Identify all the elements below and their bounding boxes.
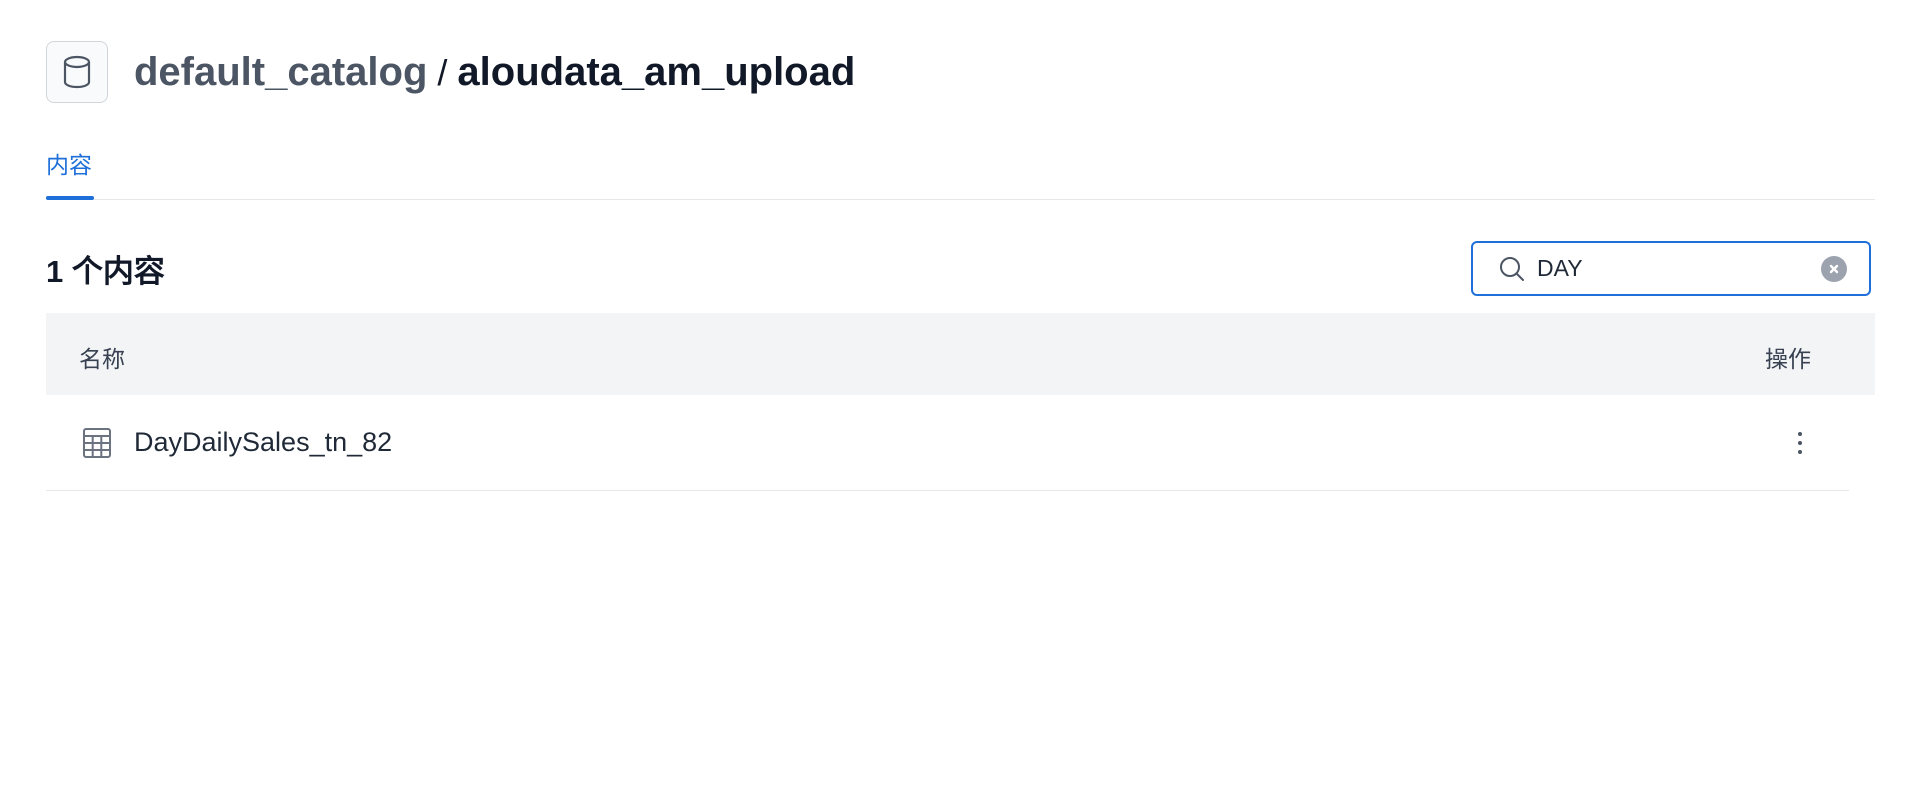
- table-header: 名称 操作: [46, 313, 1875, 395]
- page-header: default_catalog / aloudata_am_upload: [46, 40, 855, 104]
- tab-bar: 内容: [46, 140, 1875, 200]
- page: default_catalog / aloudata_am_upload 内容 1 …: [0, 0, 1910, 812]
- row-name-link[interactable]: DayDailySales_tn_82: [134, 427, 392, 458]
- catalog-name[interactable]: default_catalog: [134, 50, 427, 94]
- search-icon: [1497, 254, 1527, 284]
- table-row[interactable]: DayDailySales_tn_82: [46, 395, 1849, 491]
- table-icon: [82, 427, 112, 459]
- tab-content[interactable]: 内容: [46, 140, 92, 200]
- database-icon: [46, 41, 108, 103]
- schema-name: aloudata_am_upload: [457, 50, 856, 94]
- content-count-title: 1 个内容: [46, 254, 165, 289]
- page-title: default_catalog / aloudata_am_upload: [134, 52, 855, 92]
- clear-icon[interactable]: [1821, 256, 1847, 282]
- search-input[interactable]: [1537, 255, 1817, 282]
- active-tab-indicator: [46, 196, 94, 200]
- tab-content-label: 内容: [46, 152, 92, 178]
- column-header-actions: 操作: [1765, 346, 1811, 372]
- column-header-name: 名称: [79, 346, 125, 372]
- breadcrumb-separator: /: [437, 52, 448, 93]
- content-table: 名称 操作 DayDailySales_tn_82: [46, 313, 1875, 491]
- search-box[interactable]: [1471, 241, 1871, 296]
- more-vertical-icon[interactable]: [1782, 425, 1818, 461]
